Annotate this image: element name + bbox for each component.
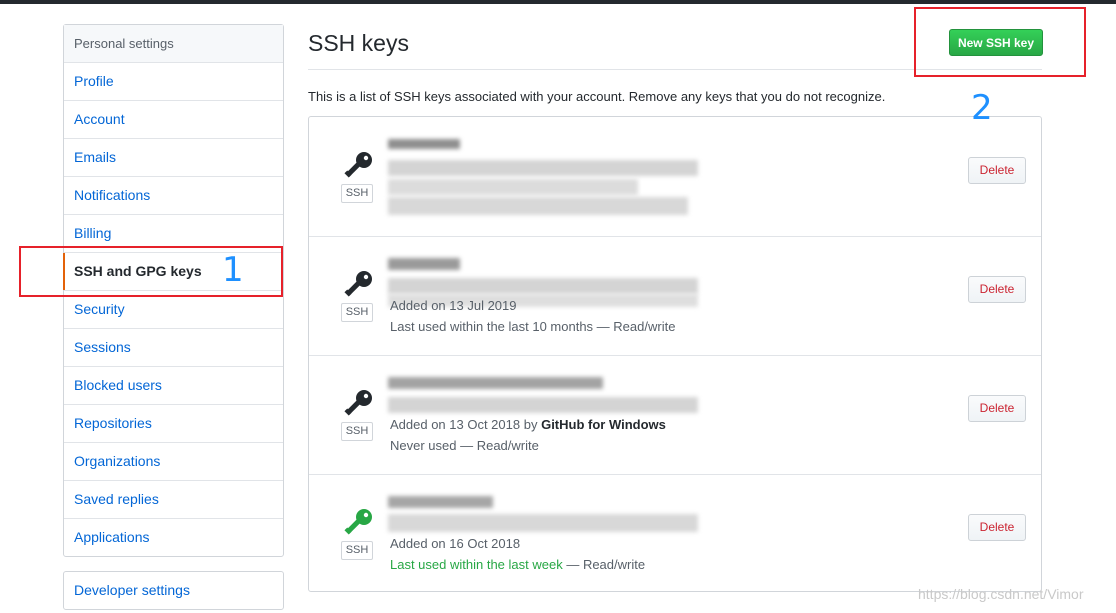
- page-title: SSH keys: [308, 30, 409, 56]
- key-added-prefix: Added on 13 Oct 2018 by: [390, 417, 538, 432]
- key-last-used-recent: Last used within the last week: [390, 557, 563, 572]
- sidebar-item-developer-settings[interactable]: Developer settings: [64, 572, 283, 609]
- delete-key-button[interactable]: Delete: [968, 514, 1026, 541]
- redacted-fingerprint: [388, 160, 698, 176]
- sidebar-item-sessions[interactable]: Sessions: [64, 329, 283, 367]
- key-last-used: Last used within the last 10 months — Re…: [390, 319, 676, 334]
- ssh-key-row: SSH Added on 13 Jul 2019 Last used withi…: [309, 236, 1041, 356]
- sidebar-item-saved-replies[interactable]: Saved replies: [64, 481, 283, 519]
- redacted-key-title: [388, 377, 603, 389]
- sidebar-item-notifications[interactable]: Notifications: [64, 177, 283, 215]
- key-icon: [344, 390, 372, 416]
- annotation-box-button: [914, 7, 1086, 77]
- sidebar-item-profile[interactable]: Profile: [64, 63, 283, 101]
- ssh-key-row: SSH Added on 13 Oct 2018 by GitHub for W…: [309, 355, 1041, 475]
- delete-key-button[interactable]: Delete: [968, 157, 1026, 184]
- sidebar-item-repositories[interactable]: Repositories: [64, 405, 283, 443]
- key-access-level: — Read/write: [562, 557, 646, 572]
- sidebar-item-account[interactable]: Account: [64, 101, 283, 139]
- annotation-number-2: 2: [971, 88, 993, 128]
- redacted-fingerprint: [388, 197, 688, 215]
- key-added-date: Added on 16 Oct 2018: [390, 536, 521, 551]
- key-icon: [344, 509, 372, 535]
- key-added-by: GitHub for Windows: [541, 417, 666, 432]
- redacted-fingerprint: [388, 514, 698, 532]
- sidebar-item-organizations[interactable]: Organizations: [64, 443, 283, 481]
- redacted-fingerprint: [388, 179, 638, 195]
- annotation-number-1: 1: [222, 250, 244, 290]
- redacted-fingerprint: [388, 278, 698, 294]
- top-header-bar: [0, 0, 1116, 4]
- ssh-type-badge: SSH: [341, 184, 373, 203]
- delete-key-button[interactable]: Delete: [968, 276, 1026, 303]
- sidebar-item-emails[interactable]: Emails: [64, 139, 283, 177]
- ssh-type-badge: SSH: [341, 541, 373, 560]
- ssh-key-row: SSH Delete: [309, 117, 1041, 237]
- ssh-type-badge: SSH: [341, 422, 373, 441]
- redacted-key-title: [388, 496, 493, 508]
- redacted-fingerprint: [388, 397, 698, 413]
- ssh-type-badge: SSH: [341, 303, 373, 322]
- redacted-key-title: [388, 139, 460, 149]
- key-last-used: Last used within the last week — Read/wr…: [390, 557, 645, 572]
- sidebar-item-blocked-users[interactable]: Blocked users: [64, 367, 283, 405]
- redacted-key-title: [388, 258, 460, 270]
- sidebar-item-applications[interactable]: Applications: [64, 519, 283, 556]
- key-icon: [344, 271, 372, 297]
- sidebar-header: Personal settings: [64, 25, 283, 63]
- watermark: https://blog.csdn.net/Vimor: [918, 586, 1084, 602]
- key-added-date: Added on 13 Jul 2019: [390, 298, 517, 313]
- key-icon: [344, 152, 372, 178]
- key-last-used: Never used — Read/write: [390, 438, 539, 453]
- ssh-key-row: SSH Added on 16 Oct 2018 Last used withi…: [309, 474, 1041, 593]
- intro-text: This is a list of SSH keys associated wi…: [308, 89, 886, 104]
- developer-settings-box: Developer settings: [63, 571, 284, 610]
- delete-key-button[interactable]: Delete: [968, 395, 1026, 422]
- ssh-keys-list: SSH Delete SSH Added on 13 Jul 2019 Last…: [308, 116, 1042, 592]
- key-added-date: Added on 13 Oct 2018 by GitHub for Windo…: [390, 417, 666, 432]
